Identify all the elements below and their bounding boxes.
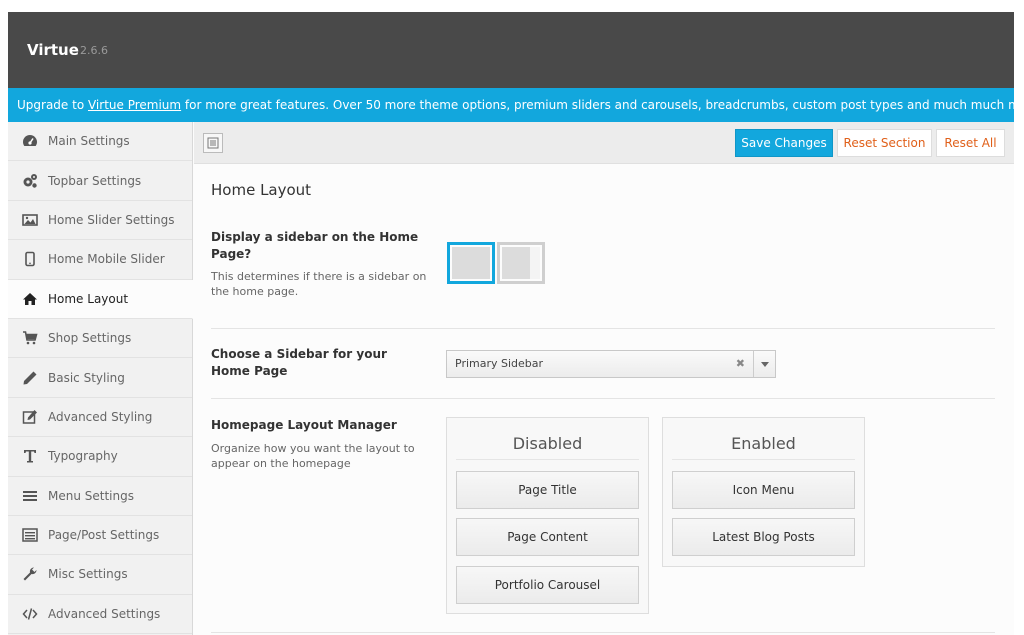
edit-icon [21,408,39,426]
reset-all-button[interactable]: Reset All [936,129,1005,157]
layout-sidebar-option[interactable] [497,242,545,284]
dashboard-icon [21,132,39,150]
sidebar-item-advanced-settings[interactable]: Advanced Settings [8,595,192,635]
sidebar-item-label: Main Settings [48,134,130,149]
full-width-thumbnail [452,247,490,279]
sidebar-item-page-post-settings[interactable]: Page/Post Settings [8,516,192,556]
layout-manager-description: Organize how you want the layout to appe… [211,442,415,470]
sidebar-item-home-slider-settings[interactable]: Home Slider Settings [8,201,192,241]
disabled-list-title: Disabled [456,418,639,460]
block-page-content[interactable]: Page Content [456,518,639,556]
divider [211,632,995,633]
disabled-blocks-list: Disabled Page Title Page Content Portfol… [446,417,649,614]
block-portfolio-carousel[interactable]: Portfolio Carousel [456,566,639,604]
sidebar-display-description: This determines if there is a sidebar on… [211,270,427,298]
block-page-title[interactable]: Page Title [456,471,639,509]
layout-manager-label: Homepage Layout Manager [211,418,397,432]
toolbar: Save Changes Reset Section Reset All [194,122,1014,164]
sidebar-item-label: Topbar Settings [48,173,142,188]
sidebar-item-shop-settings[interactable]: Shop Settings [8,319,192,359]
sidebar-select[interactable]: Primary Sidebar ✖ [446,350,776,378]
sidebar-item-label: Home Slider Settings [48,212,175,227]
chevron-down-icon [760,361,769,367]
sidebar-item-advanced-styling[interactable]: Advanced Styling [8,398,192,438]
sidebar-item-label: Page/Post Settings [48,528,160,543]
enabled-list-title: Enabled [672,418,855,460]
sidebar: Main Settings Topbar Settings Home Slide… [8,122,193,635]
save-changes-button[interactable]: Save Changes [735,129,833,157]
sidebar-column-thumbnail [530,247,540,279]
sidebar-item-basic-styling[interactable]: Basic Styling [8,358,192,398]
sidebar-item-label: Advanced Styling [48,409,153,424]
clear-icon[interactable]: ✖ [736,351,745,377]
cart-icon [21,329,39,347]
dropdown-toggle[interactable] [753,351,775,377]
sidebar-item-label: Shop Settings [48,331,132,346]
layout-full-width-option[interactable] [447,242,495,284]
sidebar-item-typography[interactable]: Typography [8,437,192,477]
list-box-icon [21,526,39,544]
cogs-icon [21,172,39,190]
sidebar-item-label: Home Mobile Slider [48,252,165,267]
sidebar-item-label: Advanced Settings [48,606,161,621]
sidebar-item-home-mobile-slider[interactable]: Home Mobile Slider [8,240,192,280]
list-icon [21,487,39,505]
enabled-blocks-list: Enabled Icon Menu Latest Blog Posts [662,417,865,567]
sidebar-item-label: Misc Settings [48,567,128,582]
code-icon [21,605,39,623]
expand-options-button[interactable] [203,133,223,153]
picture-icon [21,211,39,229]
divider [211,328,995,329]
sidebar-item-topbar-settings[interactable]: Topbar Settings [8,161,192,201]
theme-version: 2.6.6 [80,44,108,57]
list-icon [207,137,219,149]
sidebar-display-label: Display a sidebar on the Home Page? [211,230,419,261]
choose-sidebar-label: Choose a Sidebar for your Home Page [211,347,387,378]
home-icon [21,290,39,308]
header: Virtue 2.6.6 [8,12,1014,88]
theme-options-panel: Virtue 2.6.6 Upgrade to Virtue Premium f… [8,12,1014,635]
sidebar-item-label: Typography [48,449,118,464]
divider [211,398,995,399]
theme-title: Virtue [27,41,79,59]
wrench-icon [21,565,39,583]
sidebar-item-home-layout[interactable]: Home Layout [8,279,193,319]
sidebar-item-label: Menu Settings [48,488,134,503]
block-icon-menu[interactable]: Icon Menu [672,471,855,509]
sidebar-item-misc-settings[interactable]: Misc Settings [8,555,192,595]
upgrade-banner: Upgrade to Virtue Premium for more great… [8,88,1014,122]
banner-prefix: Upgrade to [17,98,88,112]
mobile-icon [21,250,39,268]
premium-link[interactable]: Virtue Premium [88,98,181,112]
block-latest-blog-posts[interactable]: Latest Blog Posts [672,518,855,556]
reset-section-button[interactable]: Reset Section [837,129,932,157]
banner-suffix: for more great features. Over 50 more th… [181,98,1014,112]
sidebar-item-label: Basic Styling [48,370,125,385]
pencil-icon [21,369,39,387]
sidebar-item-main-settings[interactable]: Main Settings [8,122,192,162]
sidebar-item-label: Home Layout [48,291,129,306]
text-icon [21,447,39,465]
sidebar-select-value: Primary Sidebar [455,357,544,370]
section-title: Home Layout [211,181,312,199]
main-content: Home Layout Display a sidebar on the Hom… [194,165,1014,635]
sidebar-item-menu-settings[interactable]: Menu Settings [8,477,192,516]
